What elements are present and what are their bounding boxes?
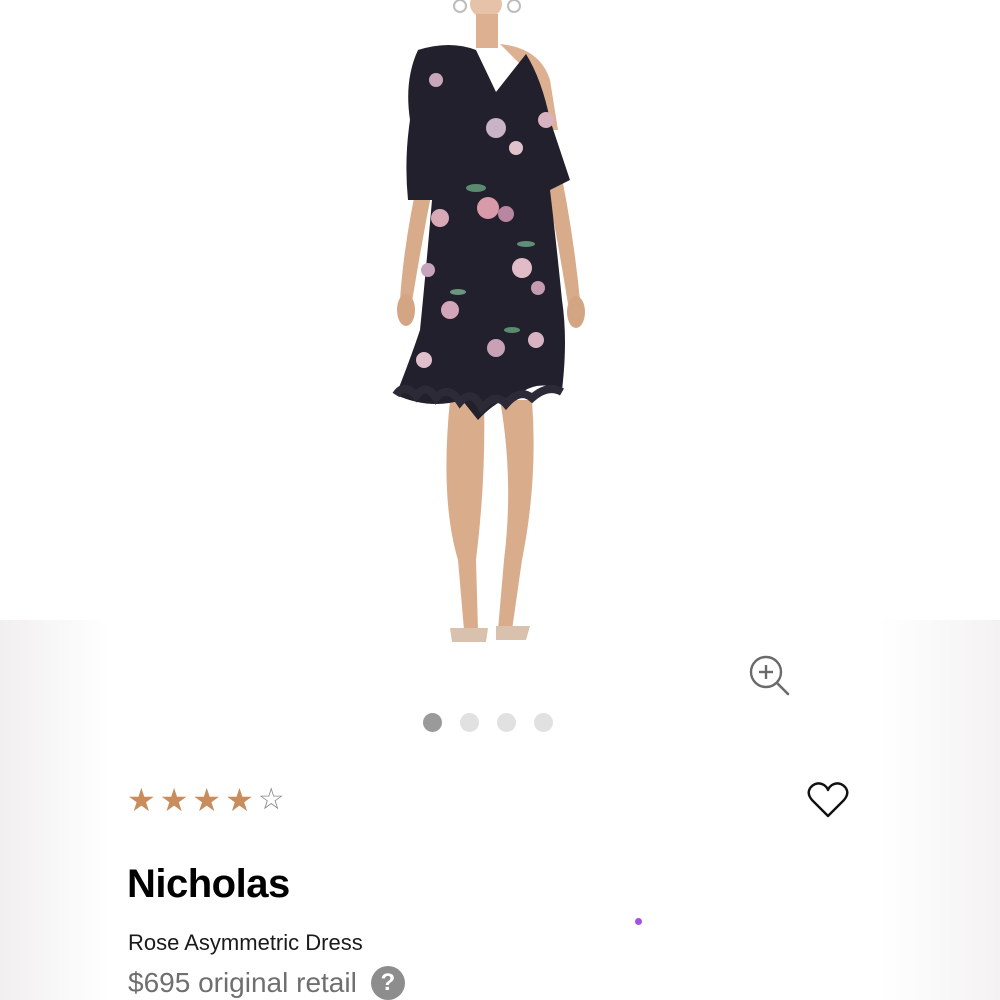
star-icon: ★ <box>225 781 254 819</box>
star-outline-icon: ☆ <box>257 782 285 817</box>
carousel-dot-4[interactable] <box>534 712 553 732</box>
star-rating[interactable]: ★ ★ ★ ★ ☆ <box>127 782 285 818</box>
image-carousel-dots <box>423 712 553 732</box>
question-circle-icon[interactable]: ? <box>370 966 405 1000</box>
model-illustration <box>392 0 585 642</box>
original-retail-price: $695 original retail <box>128 967 357 998</box>
star-icon: ★ <box>192 781 222 819</box>
carousel-dot-2[interactable] <box>460 712 479 732</box>
star-icon: ★ <box>159 781 189 819</box>
page-edge-shade-left <box>0 620 110 1000</box>
zoom-in-icon <box>749 655 790 696</box>
favorite-button[interactable] <box>806 780 850 820</box>
carousel-dot-1[interactable] <box>423 712 442 732</box>
page-edge-shade-right <box>880 620 1000 1000</box>
heart-outline-icon <box>807 782 849 818</box>
brand-name[interactable]: Nicholas <box>127 862 290 907</box>
price-row: $695 original retail ? <box>128 966 405 1000</box>
product-image[interactable] <box>300 0 700 660</box>
star-icon: ★ <box>127 781 156 819</box>
product-name: Rose Asymmetric Dress <box>128 930 363 955</box>
zoom-in-button[interactable] <box>748 654 794 698</box>
carousel-dot-3[interactable] <box>497 712 516 732</box>
accent-dot <box>635 918 642 925</box>
